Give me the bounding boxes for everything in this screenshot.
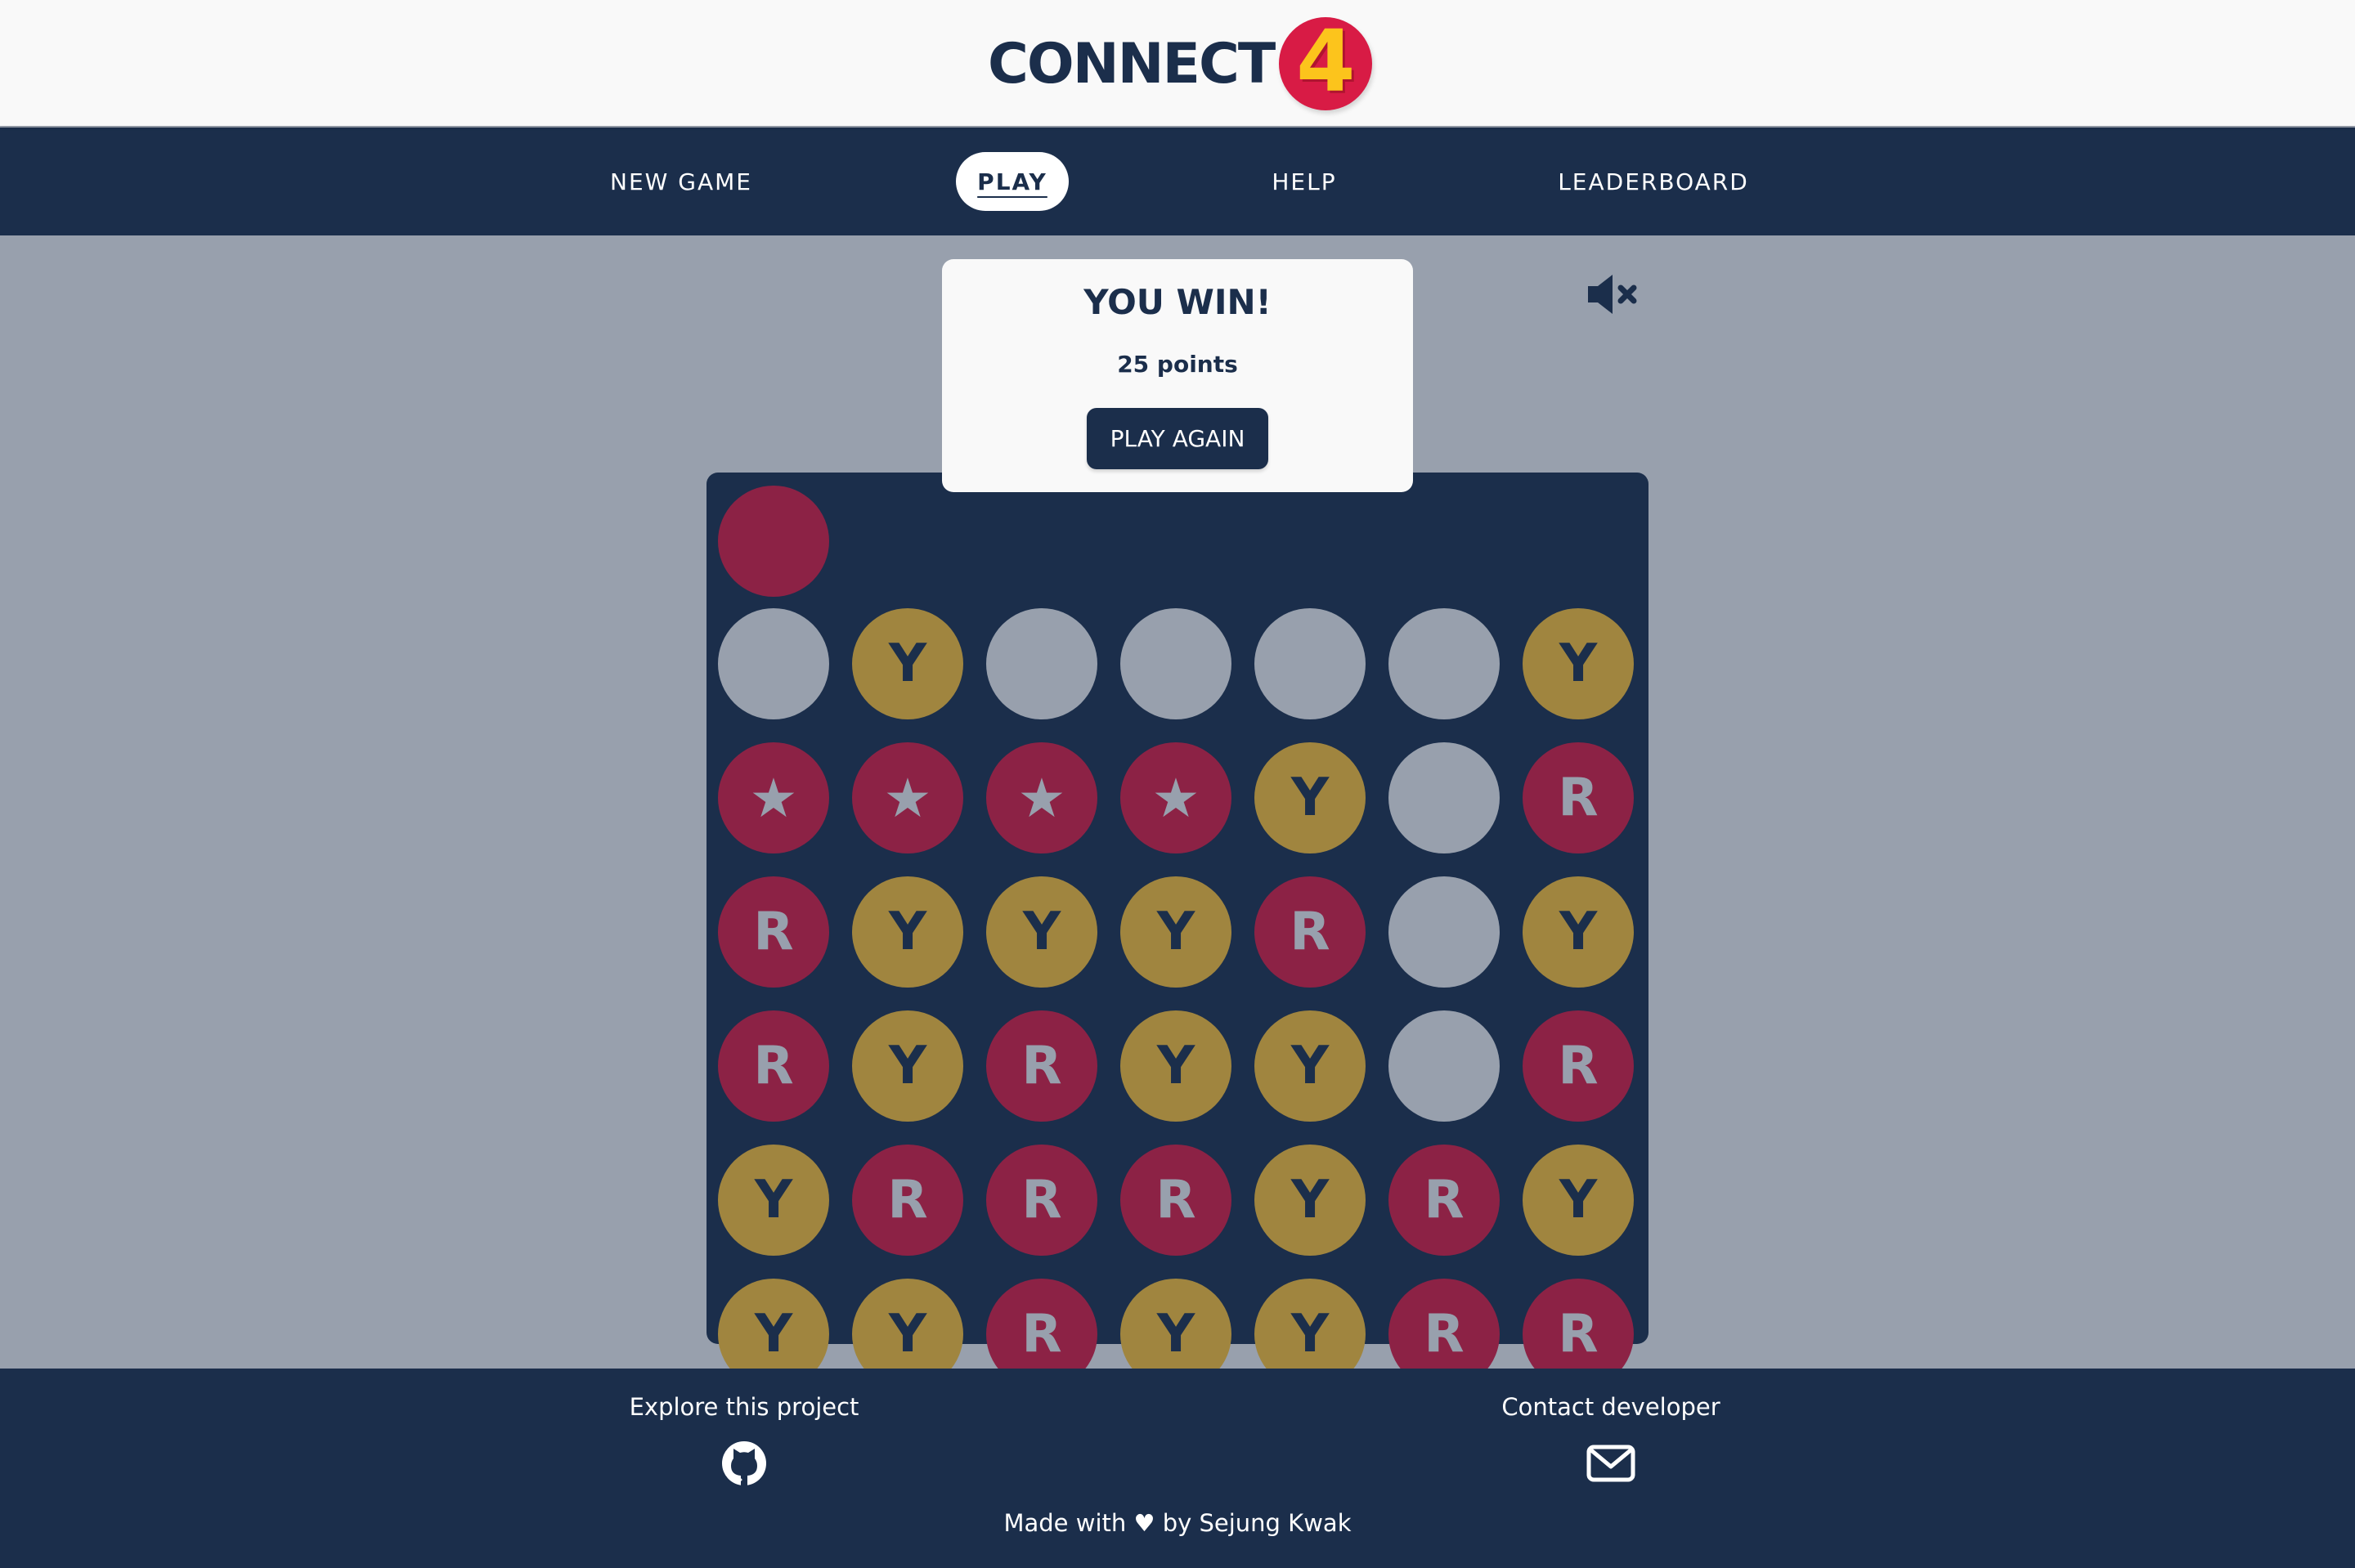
logo: CONNECT 4: [988, 11, 1373, 116]
disc-label: Y: [754, 1304, 793, 1364]
star-icon: ★: [1151, 766, 1200, 830]
volume-mute-icon[interactable]: [1585, 271, 1639, 317]
board-disc-red[interactable]: R: [718, 1010, 829, 1122]
game-board: Y Y ★ ★ ★ ★ Y R R Y Y Y R Y R Y R Y Y R Y R R R Y R Y Y Y R Y Y R R: [706, 473, 1648, 1390]
drop-preview-disc: [718, 486, 829, 597]
disc-label: R: [1558, 768, 1599, 828]
board-disc-yellow[interactable]: Y: [1523, 608, 1634, 719]
board-disc-red-winning[interactable]: ★: [1120, 742, 1231, 853]
board-cell-empty[interactable]: [1388, 608, 1500, 719]
star-icon: ★: [749, 766, 798, 830]
board-disc-yellow[interactable]: Y: [718, 1145, 829, 1256]
board-disc-yellow[interactable]: Y: [986, 876, 1097, 988]
board-disc-red-winning[interactable]: ★: [852, 742, 963, 853]
header: CONNECT 4: [0, 0, 2355, 126]
footer: Explore this project Contact developer M…: [0, 1369, 2355, 1568]
board-disc-red[interactable]: R: [1523, 1010, 1634, 1122]
disc-label: R: [1021, 1170, 1062, 1230]
disc-label: R: [1558, 1036, 1599, 1096]
board-disc-red-winning[interactable]: ★: [986, 742, 1097, 853]
board-cell-empty[interactable]: [986, 608, 1097, 719]
disc-label: Y: [888, 902, 927, 962]
disc-label: Y: [1559, 1170, 1598, 1230]
disc-label: R: [1155, 1170, 1196, 1230]
board-disc-red-winning[interactable]: ★: [718, 742, 829, 853]
disc-label: Y: [1022, 902, 1061, 962]
board-disc-red[interactable]: R: [1254, 876, 1366, 988]
disc-label: Y: [1290, 768, 1330, 828]
made-with-credit: Made with ♥ by Sejung Kwak: [1003, 1509, 1352, 1537]
logo-badge-number: 4: [1296, 11, 1356, 111]
main-nav: NEW GAME PLAY HELP LEADERBOARD: [0, 128, 2355, 235]
board-disc-yellow[interactable]: Y: [1523, 876, 1634, 988]
disc-label: Y: [1290, 1304, 1330, 1364]
board-cell-empty[interactable]: [1388, 1010, 1500, 1122]
disc-label: R: [1021, 1304, 1062, 1364]
board-disc-red[interactable]: R: [852, 1145, 963, 1256]
disc-label: R: [1424, 1170, 1465, 1230]
disc-label: Y: [888, 634, 927, 694]
board-disc-yellow[interactable]: Y: [1254, 742, 1366, 853]
board-disc-red[interactable]: R: [1388, 1145, 1500, 1256]
mail-icon[interactable]: [1586, 1439, 1635, 1488]
contact-developer-label: Contact developer: [1501, 1393, 1720, 1421]
disc-label: Y: [1156, 902, 1195, 962]
disc-label: Y: [1559, 902, 1598, 962]
board-disc-yellow[interactable]: Y: [852, 608, 963, 719]
board-disc-red[interactable]: R: [718, 876, 829, 988]
disc-label: R: [1021, 1036, 1062, 1096]
board-cell-empty[interactable]: [1254, 608, 1366, 719]
nav-play[interactable]: PLAY: [956, 152, 1069, 211]
disc-label: Y: [1156, 1304, 1195, 1364]
board-disc-yellow[interactable]: Y: [1254, 1010, 1366, 1122]
disc-label: R: [887, 1170, 928, 1230]
disc-label: Y: [1559, 634, 1598, 694]
result-points: 25 points: [1117, 351, 1238, 378]
board-cell-empty[interactable]: [1388, 742, 1500, 853]
disc-label: R: [1290, 902, 1330, 962]
disc-label: Y: [1156, 1036, 1195, 1096]
nav-new-game[interactable]: NEW GAME: [595, 152, 767, 211]
result-title: YOU WIN!: [1083, 282, 1272, 322]
logo-badge: 4: [1279, 11, 1373, 111]
star-icon: ★: [1017, 766, 1066, 830]
result-card: YOU WIN! 25 points PLAY AGAIN: [942, 259, 1413, 492]
star-icon: ★: [883, 766, 932, 830]
disc-label: Y: [1290, 1036, 1330, 1096]
board-disc-yellow[interactable]: Y: [1120, 1010, 1231, 1122]
board-disc-yellow[interactable]: Y: [852, 876, 963, 988]
disc-label: Y: [754, 1170, 793, 1230]
board-disc-red[interactable]: R: [1120, 1145, 1231, 1256]
logo-text: CONNECT: [988, 31, 1276, 96]
disc-label: Y: [888, 1036, 927, 1096]
board-cell-empty[interactable]: [1120, 608, 1231, 719]
board-disc-red[interactable]: R: [986, 1010, 1097, 1122]
board-disc-yellow[interactable]: Y: [1120, 876, 1231, 988]
nav-leaderboard[interactable]: LEADERBOARD: [1549, 152, 1758, 211]
disc-label: R: [1558, 1304, 1599, 1364]
disc-label: R: [753, 902, 794, 962]
github-icon[interactable]: [720, 1439, 769, 1488]
explore-project-label: Explore this project: [629, 1393, 859, 1421]
disc-label: Y: [1290, 1170, 1330, 1230]
board-disc-red[interactable]: R: [1523, 742, 1634, 853]
board-disc-red[interactable]: R: [986, 1145, 1097, 1256]
board-disc-yellow[interactable]: Y: [1254, 1145, 1366, 1256]
disc-label: Y: [888, 1304, 927, 1364]
disc-label: R: [753, 1036, 794, 1096]
board-cell-empty[interactable]: [718, 608, 829, 719]
board-disc-yellow[interactable]: Y: [1523, 1145, 1634, 1256]
disc-label: R: [1424, 1304, 1465, 1364]
play-again-button[interactable]: PLAY AGAIN: [1087, 408, 1268, 469]
nav-help[interactable]: HELP: [1259, 152, 1349, 211]
board-cell-empty[interactable]: [1388, 876, 1500, 988]
board-disc-yellow[interactable]: Y: [852, 1010, 963, 1122]
